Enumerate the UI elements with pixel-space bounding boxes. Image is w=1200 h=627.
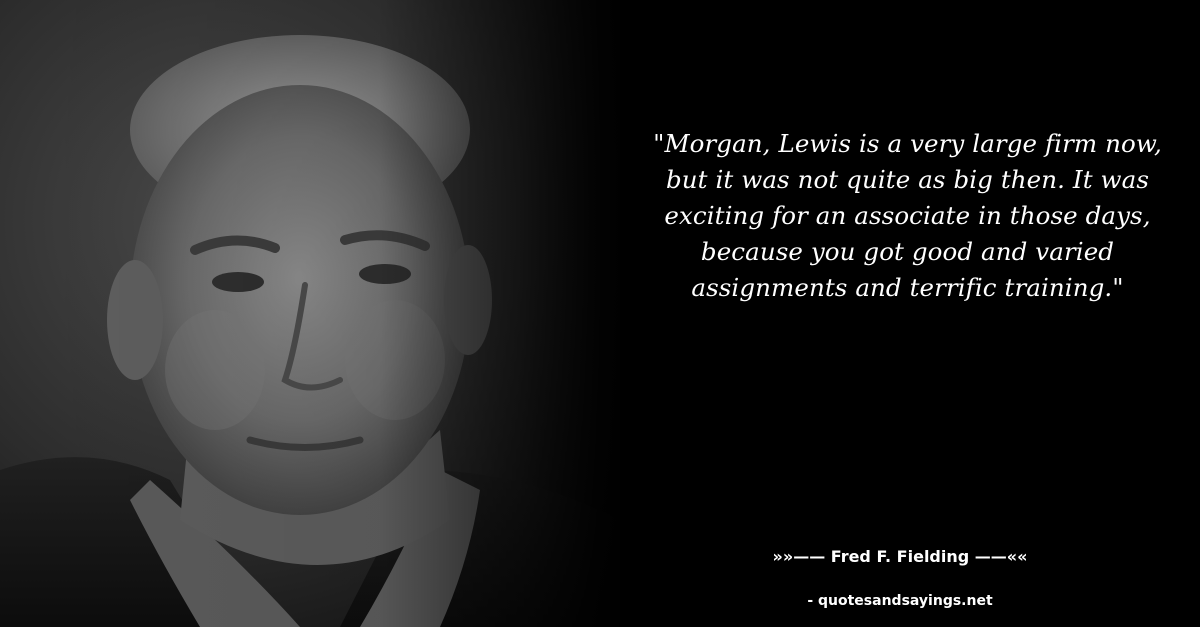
quote-text: "Morgan, Lewis is a very large firm now,… xyxy=(653,129,1162,302)
author-suffix: ——«« xyxy=(969,547,1028,566)
author-line: »»—— Fred F. Fielding ——«« xyxy=(640,545,1160,569)
source-credit: - quotesandsayings.net xyxy=(807,593,993,609)
author-portrait xyxy=(0,0,620,627)
portrait-image xyxy=(0,0,620,627)
author-name: Fred F. Fielding xyxy=(830,547,970,566)
quote-card: "Morgan, Lewis is a very large firm now,… xyxy=(0,0,1200,627)
author-prefix: »»—— xyxy=(772,547,831,566)
